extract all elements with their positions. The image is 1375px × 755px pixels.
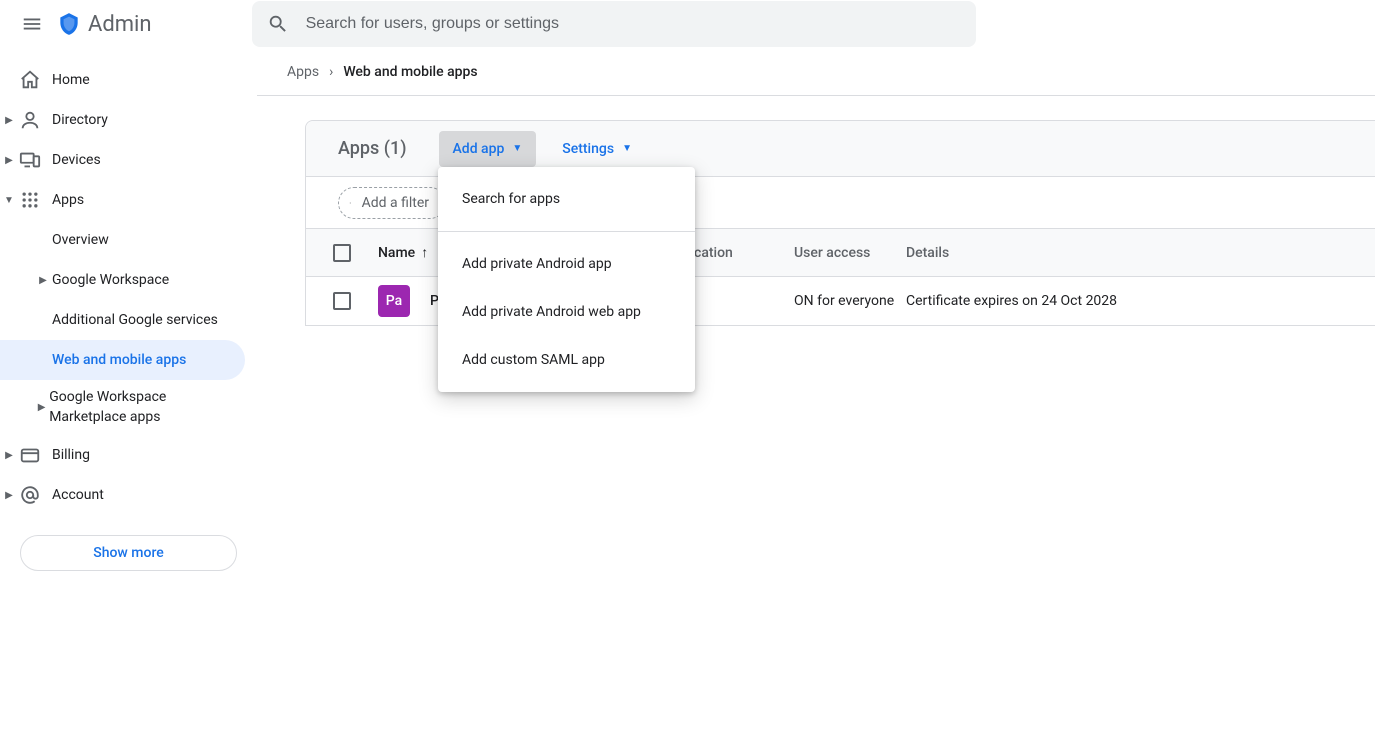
menu-separator xyxy=(438,231,695,232)
show-more-label: Show more xyxy=(93,545,164,561)
sidebar-item-apps[interactable]: ▼ Apps xyxy=(0,180,245,220)
expand-icon: ▶ xyxy=(0,155,18,166)
sort-asc-icon: ↑ xyxy=(421,244,428,261)
sidebar-label: Apps xyxy=(52,192,84,208)
sidebar-label: Home xyxy=(52,72,90,88)
sidebar-item-web-mobile-apps[interactable]: Web and mobile apps xyxy=(0,340,245,380)
search-input[interactable] xyxy=(304,14,970,34)
col-user-access[interactable]: User access xyxy=(794,245,906,261)
caret-down-icon: ▼ xyxy=(512,143,522,154)
sidebar-label: Billing xyxy=(52,447,90,463)
menu-icon xyxy=(21,13,43,35)
breadcrumb-current: Web and mobile apps xyxy=(343,64,477,80)
home-icon xyxy=(18,68,42,92)
sidebar-item-directory[interactable]: ▶ Directory xyxy=(0,100,245,140)
product-name: Admin xyxy=(88,12,152,37)
add-app-button[interactable]: Add app ▼ xyxy=(439,131,537,167)
apps-icon xyxy=(18,188,42,212)
expand-icon: ▶ xyxy=(34,402,49,413)
show-more-button[interactable]: Show more xyxy=(20,535,237,571)
admin-logo-icon xyxy=(56,11,82,37)
details-value: Certificate expires on 24 Oct 2028 xyxy=(906,293,1117,309)
chevron-right-icon: › xyxy=(329,64,333,80)
sidebar-label: Google Workspace xyxy=(52,272,169,288)
sidebar-label: Overview xyxy=(52,232,109,248)
sidebar-item-marketplace[interactable]: ▶ Google Workspace Marketplace apps xyxy=(0,380,245,435)
expand-icon: ▶ xyxy=(0,115,18,126)
menu-search-apps[interactable]: Search for apps xyxy=(438,175,695,223)
product-logo[interactable]: Admin xyxy=(56,11,152,37)
collapse-icon: ▼ xyxy=(0,195,18,206)
search-icon xyxy=(258,4,298,44)
menu-add-android[interactable]: Add private Android app xyxy=(438,240,695,288)
settings-button[interactable]: Settings ▼ xyxy=(548,131,646,167)
global-search[interactable] xyxy=(252,1,976,47)
expand-icon: ▶ xyxy=(34,275,52,286)
devices-icon xyxy=(18,148,42,172)
expand-icon: ▶ xyxy=(0,450,18,461)
sidebar-item-devices[interactable]: ▶ Devices xyxy=(0,140,245,180)
at-icon xyxy=(18,483,42,507)
sidebar-label: Web and mobile apps xyxy=(52,352,186,368)
breadcrumb-apps[interactable]: Apps xyxy=(287,64,319,80)
sidebar-item-overview[interactable]: Overview xyxy=(0,220,245,260)
app-icon: Pa xyxy=(378,285,410,317)
expand-icon: ▶ xyxy=(0,490,18,501)
add-filter-button[interactable]: Add a filter xyxy=(338,187,446,219)
select-all-checkbox[interactable] xyxy=(333,244,351,262)
filter-label: Add a filter xyxy=(362,195,429,211)
add-app-menu: Search for apps Add private Android app … xyxy=(438,167,695,392)
sidebar-label: Google Workspace Marketplace apps xyxy=(49,388,245,427)
breadcrumb: Apps › Web and mobile apps xyxy=(257,48,1375,96)
sidebar-label: Devices xyxy=(52,152,101,168)
sidebar-label: Directory xyxy=(52,112,108,128)
row-checkbox[interactable] xyxy=(333,292,351,310)
sidebar-item-account[interactable]: ▶ Account xyxy=(0,475,245,515)
menu-add-saml[interactable]: Add custom SAML app xyxy=(438,336,695,384)
sidebar-item-billing[interactable]: ▶ Billing xyxy=(0,435,245,475)
hamburger-menu-button[interactable] xyxy=(12,4,52,44)
person-icon xyxy=(18,108,42,132)
col-authentication[interactable]: ntication xyxy=(678,245,794,261)
sidebar-label: Additional Google services xyxy=(52,312,218,328)
col-details[interactable]: Details xyxy=(906,245,1375,261)
caret-down-icon: ▼ xyxy=(622,143,632,154)
sidebar-nav: Home ▶ Directory ▶ Devices ▼ Apps Overvi… xyxy=(0,48,257,755)
add-app-label: Add app xyxy=(453,141,505,157)
plus-icon xyxy=(349,194,352,212)
card-title: Apps (1) xyxy=(306,138,439,159)
sidebar-item-home[interactable]: Home xyxy=(0,60,245,100)
card-icon xyxy=(18,443,42,467)
sidebar-item-additional-services[interactable]: Additional Google services xyxy=(0,300,245,340)
menu-add-android-web[interactable]: Add private Android web app xyxy=(438,288,695,336)
sidebar-label: Account xyxy=(52,487,104,503)
settings-label: Settings xyxy=(562,141,614,157)
col-name-label: Name xyxy=(378,245,415,261)
access-value: ON for everyone xyxy=(794,293,894,309)
sidebar-item-google-workspace[interactable]: ▶ Google Workspace xyxy=(0,260,245,300)
